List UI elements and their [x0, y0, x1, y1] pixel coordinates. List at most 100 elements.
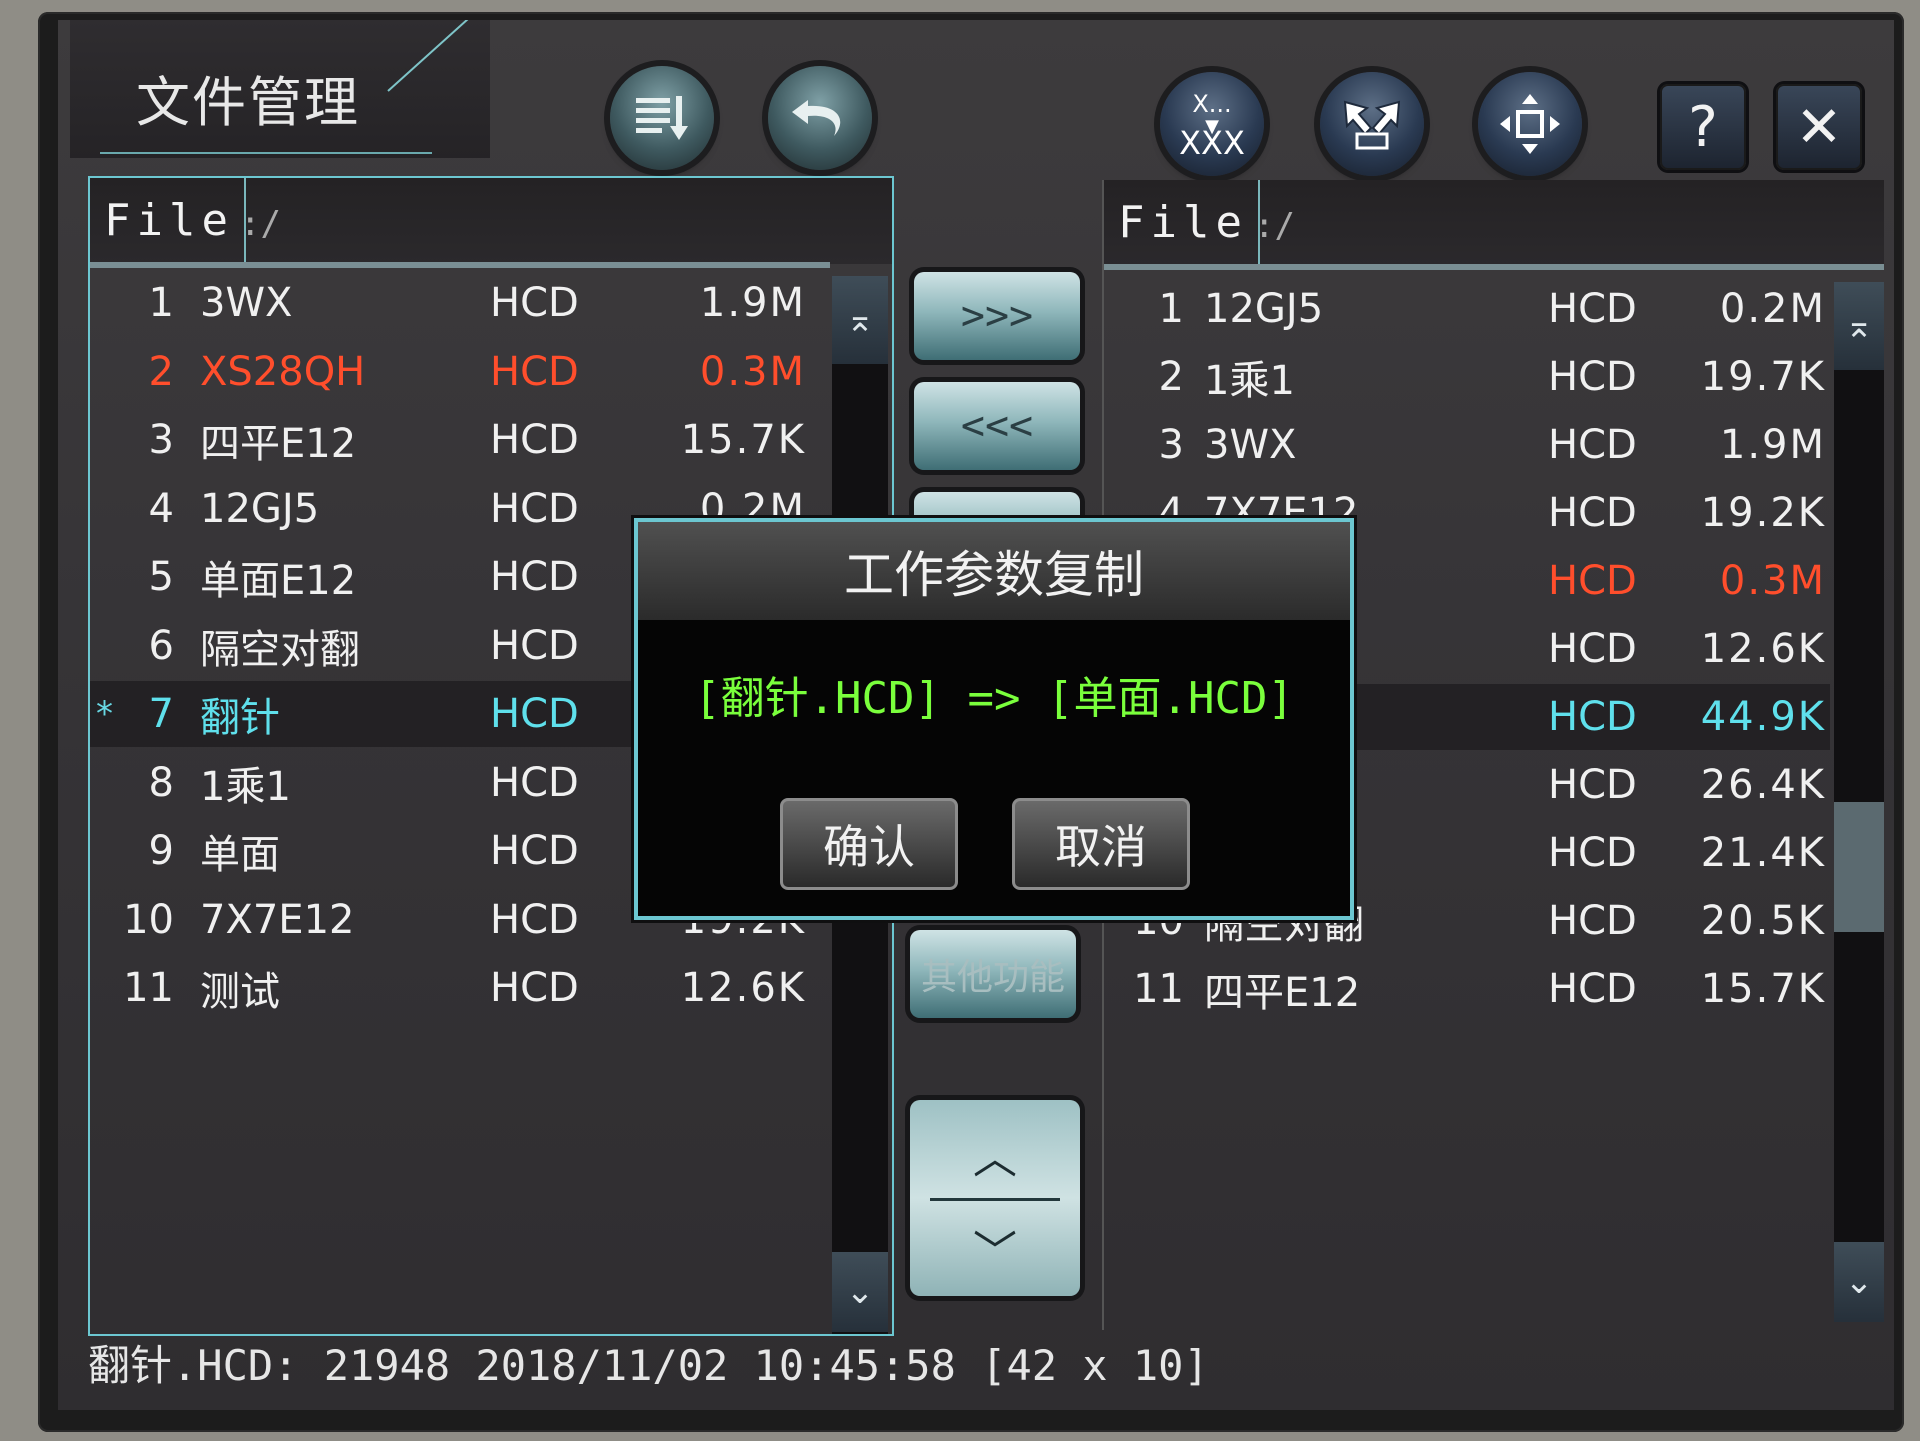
scroll-thumb[interactable]	[1834, 802, 1884, 932]
file-name: 12GJ5	[1204, 286, 1324, 332]
row-number: 2	[148, 348, 174, 395]
file-size: 26.4K	[1700, 762, 1826, 808]
row-number: 3	[148, 417, 174, 463]
title-tab: 文件管理	[70, 20, 490, 158]
left-path: :/	[240, 204, 281, 244]
page-updown-control: ︿ ﹀	[910, 1100, 1080, 1296]
file-size: 12.6K	[680, 965, 806, 1011]
list-item[interactable]: 11 四平E12 HCD 15.7K	[1104, 956, 1830, 1022]
row-number: 3	[1158, 422, 1184, 468]
row-number: 1	[1158, 286, 1184, 332]
cancel-button[interactable]: 取消	[1012, 798, 1190, 890]
file-size: 15.7K	[1700, 966, 1826, 1012]
page-up-icon[interactable]: ︿	[910, 1122, 1080, 1186]
rename-top-text: X...	[1192, 90, 1232, 118]
scroll-bottom-icon[interactable]: ⌄	[832, 1252, 888, 1332]
list-item[interactable]: 1 12GJ5 HCD 0.2M	[1104, 276, 1830, 342]
row-number: 4	[148, 485, 174, 532]
list-item[interactable]: 3 3WX HCD 1.9M	[1104, 412, 1830, 478]
file-name: 单面	[200, 832, 280, 878]
file-size: 21.4K	[1700, 830, 1826, 876]
file-name: 3WX	[200, 280, 293, 326]
right-scrollbar[interactable]: ⌅ ⌄	[1834, 282, 1884, 1322]
copy-right-button[interactable]: >>>	[914, 272, 1080, 360]
select-cursor-icon	[1343, 100, 1401, 150]
other-functions-button[interactable]: 其他功能	[910, 930, 1076, 1018]
right-path: :/	[1254, 206, 1295, 246]
right-file-tab[interactable]: File	[1104, 180, 1260, 264]
file-type: HCD	[490, 691, 579, 737]
file-name: 1乘1	[1204, 358, 1295, 404]
file-size: 1.9M	[1719, 422, 1826, 468]
page-down-icon[interactable]: ﹀	[910, 1216, 1080, 1280]
screen: 文件管理 X... ▼ XXX ? ✕ File:/ 1 3WX HCD 1.…	[58, 20, 1894, 1410]
left-file-tab[interactable]: File	[90, 178, 246, 262]
list-item[interactable]: 2 1乘1 HCD 19.7K	[1104, 344, 1830, 410]
file-name: 隔空对翻	[200, 626, 360, 673]
title-underline	[100, 152, 432, 154]
row-number: 9	[148, 828, 174, 874]
file-type: HCD	[490, 348, 579, 395]
select-button[interactable]	[1320, 72, 1424, 176]
file-name: 3WX	[1204, 422, 1297, 468]
file-name: 四平E12	[200, 421, 357, 467]
rename-bottom-text: XXX	[1179, 124, 1245, 162]
file-name: 12GJ5	[200, 485, 320, 532]
sort-button[interactable]	[610, 66, 714, 170]
file-name: 单面E12	[200, 558, 357, 604]
file-size: 1.9M	[699, 280, 806, 326]
move-button[interactable]	[1478, 72, 1582, 176]
file-type: HCD	[490, 828, 579, 874]
move-icon	[1500, 94, 1560, 154]
left-header-divider	[90, 262, 830, 268]
file-type: HCD	[490, 417, 579, 463]
file-size: 44.9K	[1700, 694, 1826, 740]
undo-icon	[792, 100, 841, 136]
right-panel-header: File :/	[1104, 180, 1884, 266]
file-name: XS28QH	[200, 348, 366, 395]
confirm-button[interactable]: 确认	[780, 798, 958, 890]
list-item[interactable]: 11 测试 HCD 12.6K	[90, 955, 830, 1021]
file-size: 19.2K	[1700, 490, 1826, 536]
row-number: 8	[148, 759, 174, 806]
dialog-message: [翻针.HCD] => [单面.HCD]	[694, 673, 1294, 724]
copy-params-dialog: 工作参数复制 [翻针.HCD] => [单面.HCD] 确认 取消	[634, 518, 1354, 920]
copy-left-button[interactable]: <<<	[914, 382, 1080, 470]
file-name: 7X7E12	[200, 896, 355, 943]
list-item[interactable]: 3 四平E12 HCD 15.7K	[90, 407, 830, 473]
row-number: 1	[148, 280, 174, 326]
file-name: 翻针	[200, 695, 280, 741]
close-button[interactable]: ✕	[1776, 84, 1862, 170]
file-type: HCD	[490, 759, 579, 806]
row-number: 10	[123, 896, 174, 943]
row-number: 5	[148, 554, 174, 600]
row-number: 6	[148, 622, 174, 669]
file-name: 四平E12	[1204, 970, 1361, 1016]
undo-button[interactable]	[768, 66, 872, 170]
file-size: 0.3M	[699, 348, 806, 395]
file-size: 19.7K	[1700, 354, 1826, 400]
current-file-marker: *	[96, 694, 113, 734]
file-name: 1乘1	[200, 763, 291, 810]
file-size: 12.6K	[1700, 626, 1826, 672]
file-size: 0.3M	[1719, 558, 1826, 604]
row-number: 7	[148, 691, 174, 737]
file-size: 15.7K	[680, 417, 806, 463]
left-panel-header: File :/	[90, 178, 892, 264]
dialog-title: 工作参数复制	[638, 522, 1350, 620]
file-type: HCD	[490, 554, 579, 600]
row-number: 2	[1158, 354, 1184, 400]
scroll-top-icon[interactable]: ⌅	[1834, 282, 1884, 370]
file-type: HCD	[490, 896, 579, 943]
row-number: 11	[1133, 966, 1184, 1012]
rename-button[interactable]: X... ▼ XXX	[1160, 72, 1264, 176]
scroll-bottom-icon[interactable]: ⌄	[1834, 1242, 1884, 1322]
file-type: HCD	[490, 485, 579, 532]
list-item[interactable]: 2 XS28QH HCD 0.3M	[90, 339, 830, 405]
help-button[interactable]: ?	[1660, 84, 1746, 170]
page-title: 文件管理	[136, 71, 360, 134]
file-size: 0.2M	[1719, 286, 1826, 332]
file-name: 测试	[200, 969, 280, 1015]
scroll-top-icon[interactable]: ⌅	[832, 276, 888, 364]
list-item[interactable]: 1 3WX HCD 1.9M	[90, 270, 830, 336]
